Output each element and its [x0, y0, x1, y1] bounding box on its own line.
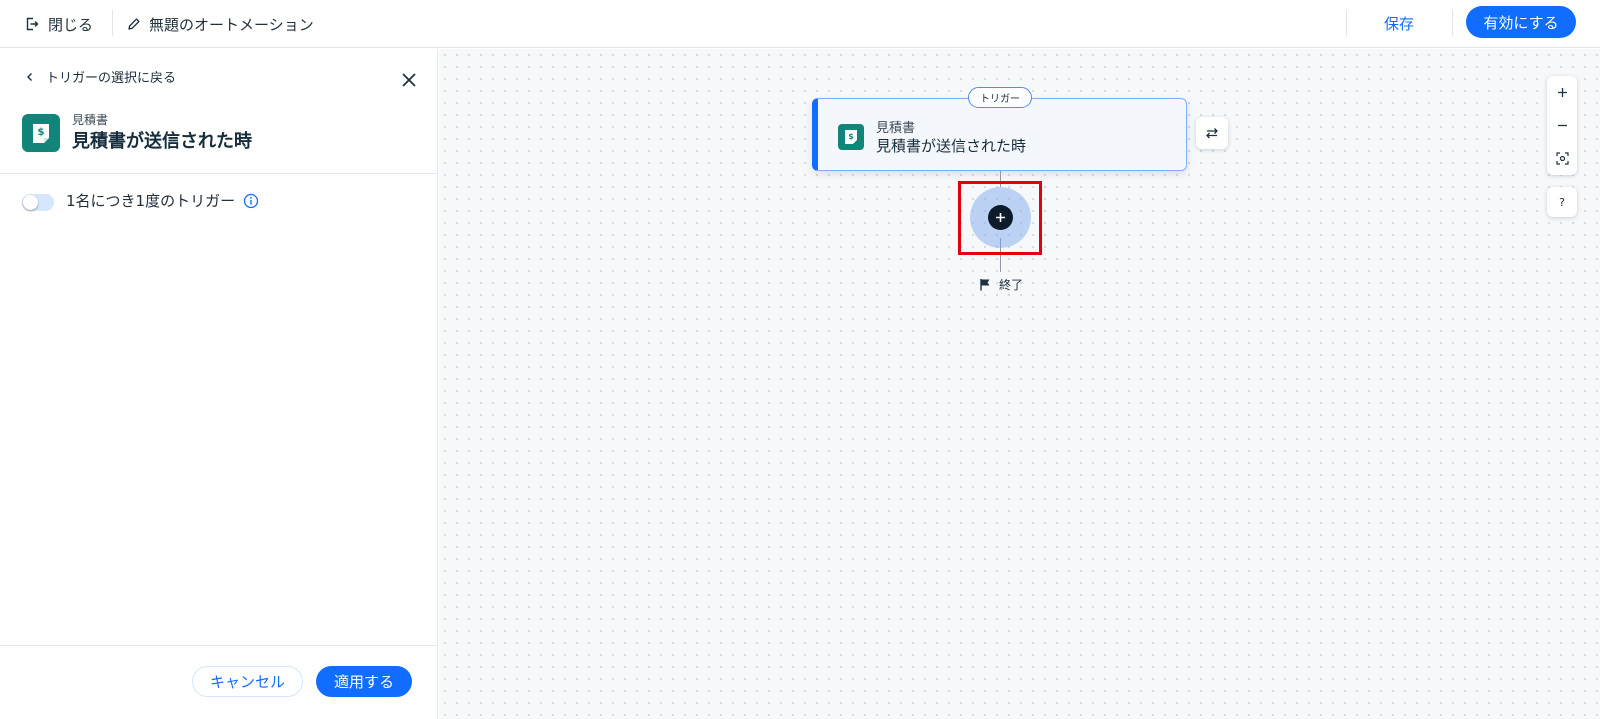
cancel-button[interactable]: キャンセル [192, 666, 303, 697]
divider [112, 10, 113, 36]
trigger-badge: トリガー [968, 87, 1032, 108]
swap-trigger-button[interactable] [1196, 117, 1228, 149]
save-button[interactable]: 保存 [1366, 8, 1432, 38]
top-bar: 閉じる 無題のオートメーション 保存 有効にする [0, 0, 1600, 48]
fit-screen-icon [1555, 152, 1569, 165]
pencil-icon [128, 18, 140, 30]
activate-button[interactable]: 有効にする [1466, 6, 1576, 38]
automation-title-text: 無題のオートメーション [149, 15, 314, 34]
flag-icon [980, 279, 990, 291]
zoom-in-button[interactable] [1547, 76, 1577, 109]
chevron-left-icon [27, 72, 32, 81]
node-app-name: 見積書 [876, 121, 916, 136]
toggle-label: 1名につき1度のトリガー [66, 190, 259, 211]
close-x-icon[interactable] [398, 69, 420, 91]
trigger-settings-panel: トリガーの選択に戻る $ 見積書 見積書が送信された時 1名につき1度のトリガー… [0, 49, 438, 719]
info-icon[interactable] [243, 193, 259, 209]
back-link-label: トリガーの選択に戻る [46, 71, 177, 86]
fit-to-screen-button[interactable] [1547, 142, 1577, 175]
highlight-annotation [958, 181, 1042, 255]
svg-text:$: $ [38, 127, 45, 138]
automation-title[interactable]: 無題のオートメーション [127, 12, 314, 36]
back-to-trigger-selection-link[interactable]: トリガーの選択に戻る [24, 67, 176, 86]
panel-trigger-name: 見積書が送信された時 [72, 131, 252, 152]
exit-door-icon [26, 17, 39, 31]
close-label: 閉じる [48, 15, 94, 34]
minus-icon [1557, 124, 1567, 127]
apply-button[interactable]: 適用する [316, 666, 412, 697]
zoom-out-button[interactable] [1547, 109, 1577, 142]
toggle-knob [23, 195, 38, 210]
once-per-person-toggle[interactable] [22, 194, 54, 211]
quote-app-icon: $ [22, 114, 60, 152]
toggle-label-text: 1名につき1度のトリガー [66, 192, 236, 210]
divider [1346, 10, 1347, 36]
node-trigger-name: 見積書が送信された時 [876, 137, 1027, 155]
swap-arrows-icon [1206, 128, 1218, 139]
svg-text:$: $ [848, 132, 853, 141]
end-marker: 終了 [979, 276, 1023, 293]
divider [0, 173, 438, 174]
divider [0, 645, 438, 646]
zoom-controls [1547, 76, 1577, 175]
divider [1452, 10, 1453, 36]
close-button[interactable]: 閉じる [24, 12, 93, 36]
end-label: 終了 [999, 278, 1024, 292]
panel-app-name: 見積書 [72, 113, 109, 127]
plus-icon [1557, 88, 1567, 97]
quote-app-icon: $ [838, 124, 864, 150]
help-button[interactable]: ? [1547, 187, 1577, 217]
